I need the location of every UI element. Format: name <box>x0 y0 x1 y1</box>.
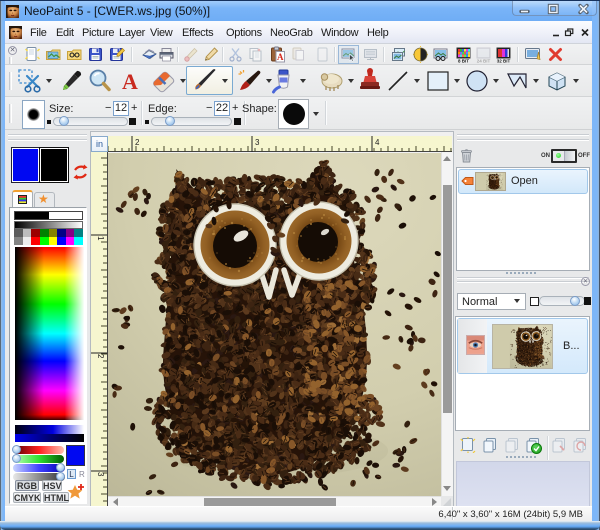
svg-text:4: 4 <box>375 138 380 147</box>
svg-text:1: 1 <box>96 236 105 241</box>
svg-text:8 BIT: 8 BIT <box>458 59 469 64</box>
svg-text:24 BIT: 24 BIT <box>477 59 491 64</box>
svg-text:32 BIT: 32 BIT <box>497 59 511 64</box>
svg-text:2: 2 <box>135 138 140 147</box>
svg-text:2: 2 <box>96 354 105 359</box>
svg-text:A: A <box>122 69 138 94</box>
svg-text:A: A <box>277 52 284 62</box>
svg-text:3: 3 <box>96 472 105 477</box>
svg-text:3: 3 <box>255 138 260 147</box>
